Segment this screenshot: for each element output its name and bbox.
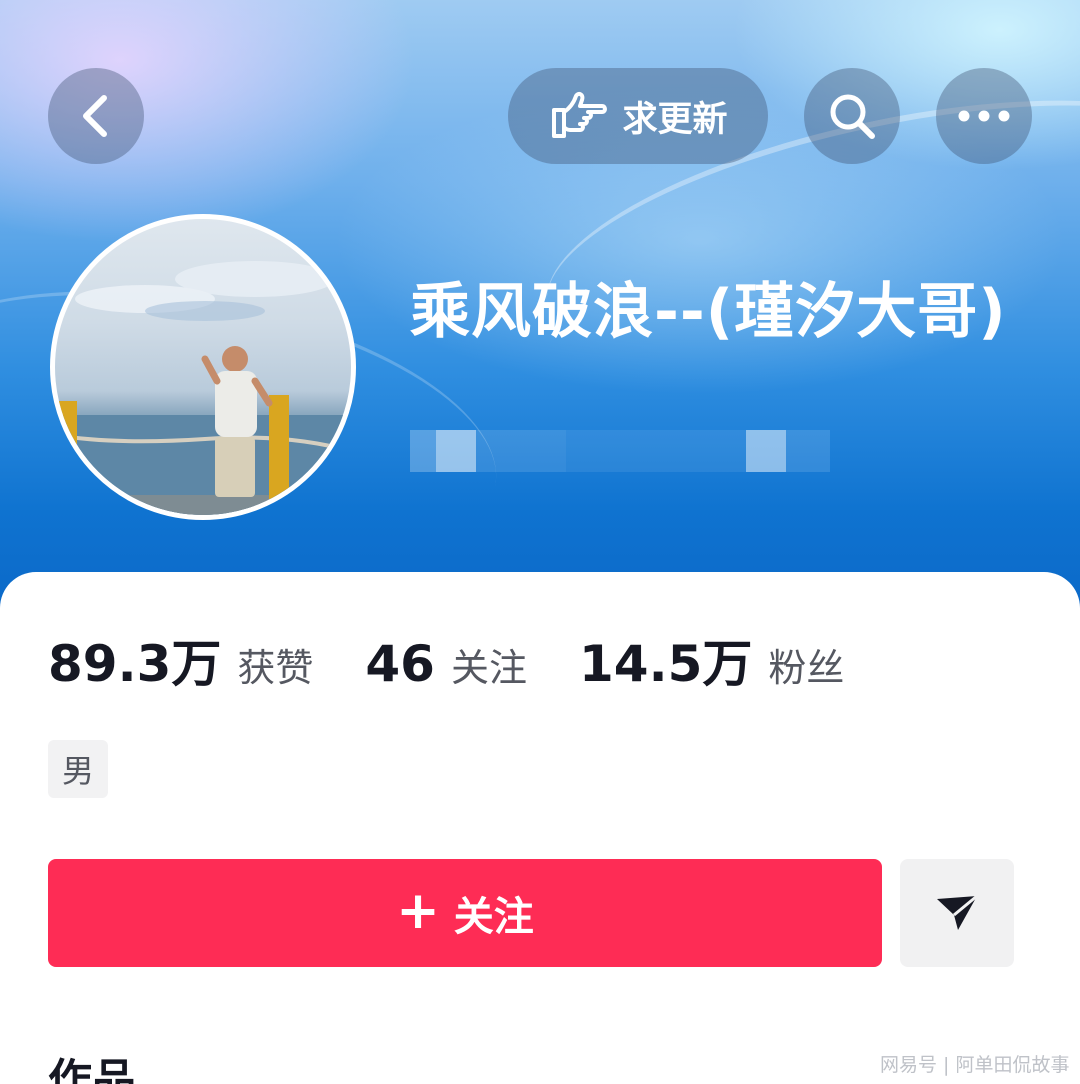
request-update-label: 求更新 xyxy=(622,99,728,140)
following-label[interactable]: 关注 xyxy=(451,637,527,692)
search-icon xyxy=(830,94,875,139)
more-button[interactable] xyxy=(936,68,1032,164)
request-update-button[interactable]: 求更新 xyxy=(508,68,768,164)
profile-screen: 求更新 乘风破浪--(瑾汐大哥) 89.3万 获赞 46 关注 14.5万 粉丝… xyxy=(0,0,1080,1084)
avatar-photo xyxy=(55,261,351,515)
search-button[interactable] xyxy=(804,68,900,164)
works-tab-label[interactable]: 作品 xyxy=(48,1044,136,1084)
followers-count[interactable]: 14.5万 xyxy=(579,624,752,696)
profile-stats: 89.3万 获赞 46 关注 14.5万 粉丝 xyxy=(48,624,844,693)
follow-button[interactable]: + 关注 xyxy=(48,859,882,967)
likes-label[interactable]: 获赞 xyxy=(237,637,313,692)
more-dots-icon xyxy=(958,110,1010,122)
watermark: 网易号 | 阿单田侃故事 xyxy=(880,1054,1070,1076)
follow-label: 关注 xyxy=(453,894,534,940)
send-arrow-icon xyxy=(937,894,978,930)
pointing-hand-icon xyxy=(552,91,608,138)
blurred-account-id xyxy=(410,430,830,472)
likes-count[interactable]: 89.3万 xyxy=(48,624,221,696)
following-count[interactable]: 46 xyxy=(365,635,435,693)
followers-label[interactable]: 粉丝 xyxy=(768,637,844,692)
share-button[interactable] xyxy=(900,859,1014,967)
back-button[interactable] xyxy=(48,68,144,164)
chevron-left-icon xyxy=(83,95,107,137)
plus-icon: + xyxy=(396,881,440,941)
gender-tag: 男 xyxy=(48,740,108,798)
profile-name: 乘风破浪--(瑾汐大哥) xyxy=(410,277,1007,347)
avatar[interactable] xyxy=(50,214,356,520)
